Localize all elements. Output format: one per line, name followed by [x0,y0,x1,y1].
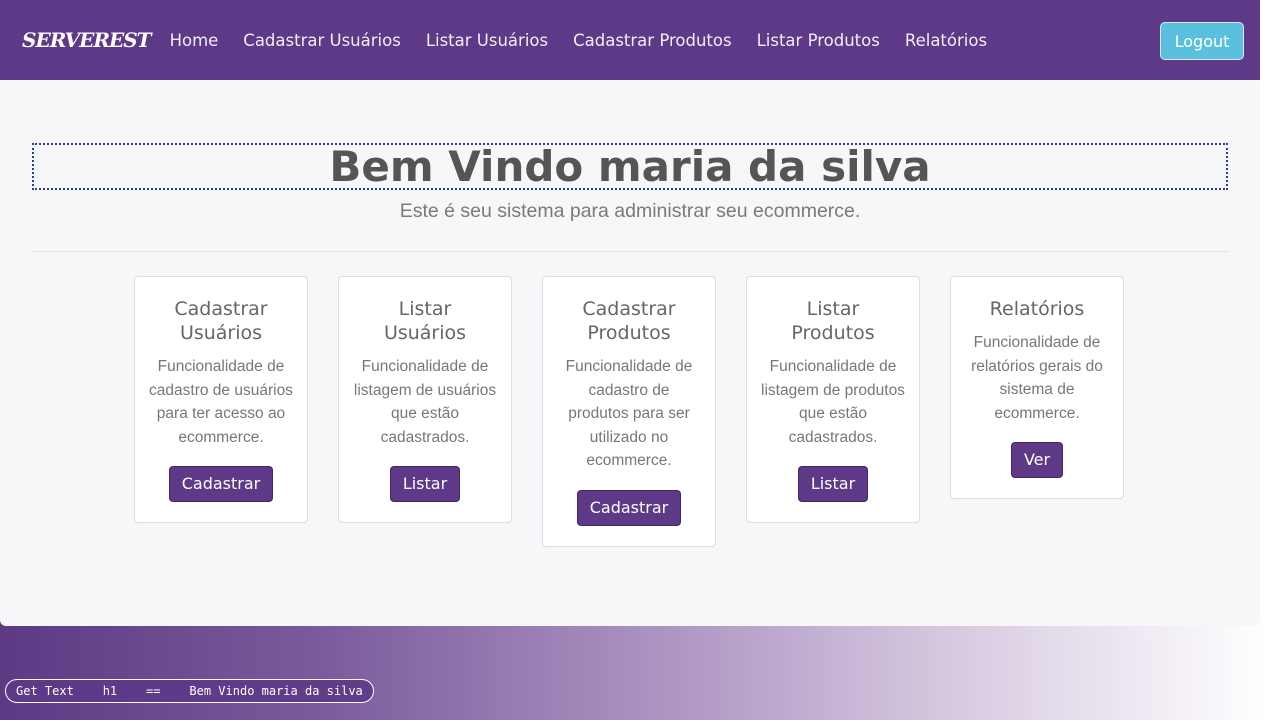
listar-produtos-button[interactable]: Listar [797,466,869,502]
nav-link-relatorios[interactable]: Relatórios [905,31,987,50]
card-title: Relatórios [989,298,1085,320]
card-listar-usuarios: Listar Usuários Funcionalidade de listag… [338,276,512,523]
nav-link-listar-produtos[interactable]: Listar Produtos [757,31,880,50]
nav-link-cadastrar-usuarios[interactable]: Cadastrar Usuários [243,31,401,50]
logout-button[interactable]: Logout [1160,22,1244,60]
brand-logo[interactable]: SERVEREST [22,28,152,52]
card-title: Cadastrar Usuários [174,298,268,344]
card-description: Funcionalidade de listagem de usuários q… [353,358,497,446]
page-title: Bem Vindo maria da silva [32,142,1228,191]
nav-link-home[interactable]: Home [170,31,219,50]
page-subtitle: Este é seu sistema para administrar seu … [399,200,861,222]
nav-links: Home Cadastrar Usuários Listar Usuários … [170,31,1013,50]
card-listar-produtos: Listar Produtos Funcionalidade de listag… [746,276,920,523]
card-title: Listar Produtos [791,298,875,344]
main-content: Bem Vindo maria da silva Este é seu sist… [0,80,1260,626]
ver-relatorios-button[interactable]: Ver [1010,442,1064,478]
card-title: Listar Usuários [383,298,467,344]
nav-link-listar-usuarios[interactable]: Listar Usuários [426,31,548,50]
card-description: Funcionalidade de listagem de produtos q… [761,358,905,446]
cadastrar-produtos-button[interactable]: Cadastrar [576,489,682,526]
cadastrar-usuarios-button[interactable]: Cadastrar [168,466,274,502]
card-description: Funcionalidade de relatórios gerais do s… [971,334,1103,422]
keyword-status-pill: Get Text h1 == Bem Vindo maria da silva [5,679,374,703]
top-navbar: SERVEREST Home Cadastrar Usuários Listar… [0,0,1260,80]
nav-link-cadastrar-produtos[interactable]: Cadastrar Produtos [573,31,731,50]
divider [32,251,1228,252]
card-description: Funcionalidade de cadastro de usuários p… [149,358,293,446]
card-cadastrar-produtos: Cadastrar Produtos Funcionalidade de cad… [542,276,716,547]
card-description: Funcionalidade de cadastro de produtos p… [565,358,693,469]
card-relatorios: Relatórios Funcionalidade de relatórios … [950,276,1124,499]
card-cadastrar-usuarios: Cadastrar Usuários Funcionalidade de cad… [134,276,308,523]
listar-usuarios-button[interactable]: Listar [389,466,461,502]
card-title: Cadastrar Produtos [582,298,676,344]
